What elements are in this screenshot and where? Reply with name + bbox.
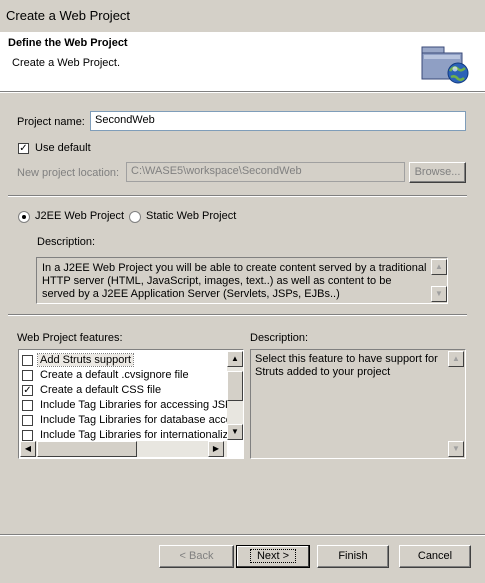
wizard-header: Define the Web Project Create a Web Proj… xyxy=(0,33,485,92)
cancel-button[interactable]: Cancel xyxy=(399,545,471,568)
feature-desc-scroll-down[interactable]: ▼ xyxy=(448,441,464,457)
location-label: New project location: xyxy=(17,167,120,179)
features-scroll-up[interactable]: ▲ xyxy=(227,351,243,367)
feature-desc-scroll-up[interactable]: ▲ xyxy=(448,351,464,367)
feature-checkbox[interactable] xyxy=(22,370,33,381)
feature-checkbox[interactable] xyxy=(22,430,33,441)
project-name-input[interactable]: SecondWeb xyxy=(90,111,466,131)
project-description-label: Description: xyxy=(37,236,96,248)
j2ee-radio-label: J2EE Web Project xyxy=(35,210,125,222)
feature-checkbox[interactable]: ✓ xyxy=(22,385,33,396)
title-bar: Create a Web Project xyxy=(0,0,485,33)
use-default-checkbox[interactable]: ✓ xyxy=(18,143,29,154)
feature-description-text: Select this feature to have support for … xyxy=(250,349,466,459)
feature-checkbox[interactable] xyxy=(22,415,33,426)
feature-checkbox[interactable] xyxy=(22,355,33,366)
feature-checkbox[interactable] xyxy=(22,400,33,411)
page-subtitle: Create a Web Project. xyxy=(12,57,121,69)
project-name-label: Project name: xyxy=(17,116,85,128)
feature-description-body: Select this feature to have support for … xyxy=(255,353,438,378)
location-input[interactable]: C:\WASE5\workspace\SecondWeb xyxy=(126,162,405,182)
project-description-body: In a J2EE Web Project you will be able t… xyxy=(42,262,427,300)
finish-button[interactable]: Finish xyxy=(317,545,389,568)
desc-scroll-up[interactable]: ▲ xyxy=(431,259,447,275)
web-project-globe-icon xyxy=(420,41,472,85)
back-button[interactable]: < Back xyxy=(159,545,234,568)
project-description-text: In a J2EE Web Project you will be able t… xyxy=(36,257,448,304)
separator xyxy=(0,534,485,536)
features-scroll-down[interactable]: ▼ xyxy=(227,424,243,440)
features-scroll-thumb[interactable] xyxy=(227,371,243,401)
features-hscroll-thumb[interactable] xyxy=(37,441,137,457)
static-radio-label: Static Web Project xyxy=(146,210,237,222)
separator xyxy=(8,314,467,316)
next-button[interactable]: Next > xyxy=(236,545,310,568)
feature-description-label: Description: xyxy=(250,332,309,344)
j2ee-radio[interactable] xyxy=(18,211,30,223)
desc-scroll-down[interactable]: ▼ xyxy=(431,286,447,302)
features-scroll-left[interactable]: ◀ xyxy=(20,441,36,457)
use-default-label: Use default xyxy=(35,142,91,154)
window-title: Create a Web Project xyxy=(6,8,131,23)
browse-button[interactable]: Browse... xyxy=(409,162,466,183)
features-label: Web Project features: xyxy=(17,332,123,344)
next-button-label: Next > xyxy=(249,549,297,563)
page-title: Define the Web Project xyxy=(8,37,128,49)
static-radio[interactable] xyxy=(129,211,141,223)
separator xyxy=(8,195,467,197)
features-scroll-right[interactable]: ▶ xyxy=(208,441,224,457)
